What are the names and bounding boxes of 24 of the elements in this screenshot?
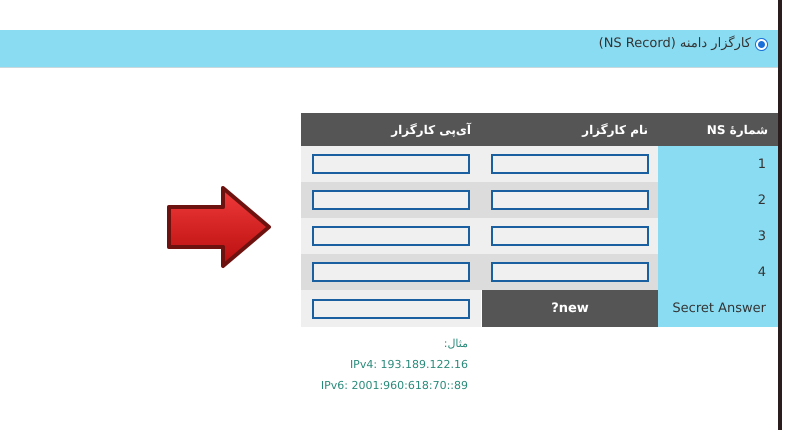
row-number: 3 <box>758 228 766 244</box>
example-title: مثال: <box>444 337 468 350</box>
name-field[interactable] <box>490 262 648 282</box>
ip-field[interactable] <box>312 262 470 282</box>
ip-field[interactable] <box>312 190 470 210</box>
arrow-icon <box>165 185 273 269</box>
example-text: IPv4: 193.189.122.16 <box>350 358 468 371</box>
example-text: IPv6: 2001:960:618:70::89 <box>320 379 468 392</box>
name-field[interactable] <box>490 190 648 210</box>
row-label: Secret Answer <box>672 301 766 316</box>
ip-field[interactable] <box>312 154 470 174</box>
ip-field[interactable] <box>312 226 470 246</box>
column-header: آی‌پی کارگزار <box>301 113 481 146</box>
row-number: 2 <box>758 192 766 208</box>
name-field[interactable] <box>490 154 648 174</box>
radio-button[interactable] <box>755 38 768 51</box>
column-header: نام کارگزار <box>481 113 658 146</box>
row-number: 1 <box>758 156 766 172</box>
new-button[interactable]: ?new <box>481 290 658 327</box>
name-field[interactable] <box>490 226 648 246</box>
answer-field[interactable] <box>312 298 470 318</box>
column-header: شمارهٔ NS <box>658 113 778 146</box>
option-label: کارگزار دامنه (NS Record) <box>598 36 751 51</box>
row-number: 4 <box>758 264 766 280</box>
